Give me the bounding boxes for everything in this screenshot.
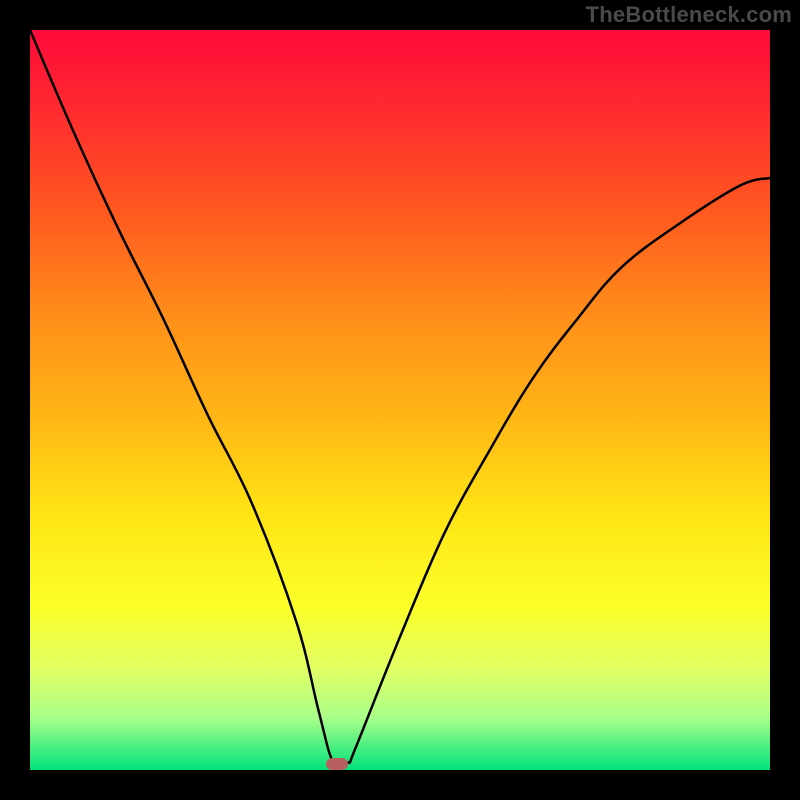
bottleneck-curve	[30, 30, 770, 770]
watermark-text: TheBottleneck.com	[586, 2, 792, 28]
optimal-marker	[326, 758, 348, 770]
chart-frame: TheBottleneck.com	[0, 0, 800, 800]
